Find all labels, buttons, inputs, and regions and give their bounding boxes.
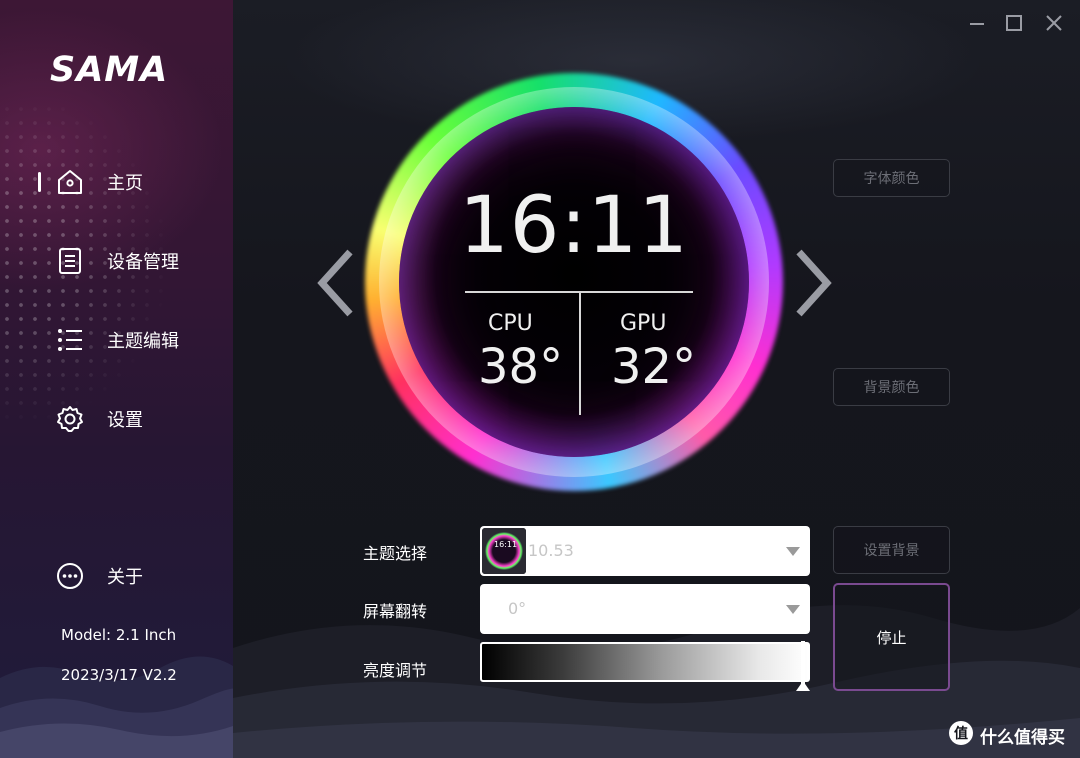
font-color-button[interactable]: 字体颜色 <box>833 159 950 197</box>
preview-divider-vertical <box>579 293 581 415</box>
theme-preview: 16:11 CPU 38° GPU 32° <box>365 73 783 491</box>
document-icon <box>56 247 84 275</box>
stop-button[interactable]: 停止 <box>833 583 950 691</box>
screen-rotate-select[interactable]: 0° <box>480 584 810 634</box>
brightness-label: 亮度调节 <box>363 661 428 680</box>
home-icon <box>56 168 84 196</box>
theme-select[interactable]: 16:11 10.53 <box>480 526 810 576</box>
gear-icon <box>56 405 84 433</box>
model-info: Model: 2.1 Inch <box>61 626 177 644</box>
chevron-down-icon <box>786 547 800 556</box>
theme-select-value: 10.53 <box>528 541 574 560</box>
brightness-pointer-icon <box>796 681 810 691</box>
zhi-logo-icon: 值 <box>948 720 974 750</box>
sidebar-item-home[interactable]: 主页 <box>0 159 233 205</box>
orb-center <box>399 107 749 457</box>
sidebar: SAMA 主页 设备管理 主题编辑 设置 关于 Model: 2.1 Inch … <box>0 0 233 758</box>
theme-select-label: 主题选择 <box>363 544 428 563</box>
sidebar-item-device-management[interactable]: 设备管理 <box>0 238 233 284</box>
preview-time: 16:11 <box>459 181 689 271</box>
sidebar-item-about[interactable]: 关于 <box>0 553 233 599</box>
chevron-down-icon <box>786 605 800 614</box>
sidebar-item-label: 设置 <box>107 410 143 431</box>
set-background-button[interactable]: 设置背景 <box>833 526 950 574</box>
gpu-temperature: 32° <box>611 339 697 395</box>
previous-theme-chevron-icon[interactable] <box>316 248 356 318</box>
close-icon[interactable] <box>1043 12 1065 34</box>
sidebar-item-settings[interactable]: 设置 <box>0 396 233 442</box>
watermark-text: 什么值得买 <box>980 727 1065 748</box>
next-theme-chevron-icon[interactable] <box>793 248 833 318</box>
more-circle-icon <box>56 562 84 590</box>
minimize-icon[interactable] <box>966 12 988 34</box>
screen-rotate-value: 0° <box>508 599 527 618</box>
cpu-temperature: 38° <box>478 339 564 395</box>
sidebar-item-label: 主页 <box>107 173 143 194</box>
theme-thumbnail: 16:11 <box>482 528 526 574</box>
sidebar-item-label: 主题编辑 <box>107 331 179 352</box>
sidebar-item-theme-edit[interactable]: 主题编辑 <box>0 317 233 363</box>
watermark: 值 什么值得买 <box>948 720 1065 750</box>
gpu-label: GPU <box>620 311 667 336</box>
sama-logo: SAMA <box>50 50 169 90</box>
brightness-slider-handle[interactable] <box>801 641 805 685</box>
theme-thumbnail-time: 16:11 <box>494 540 518 549</box>
cpu-label: CPU <box>488 311 533 336</box>
svg-text:值: 值 <box>954 725 968 742</box>
background-color-button[interactable]: 背景颜色 <box>833 368 950 406</box>
list-icon <box>56 326 84 354</box>
active-indicator <box>38 172 41 192</box>
version-info: 2023/3/17 V2.2 <box>61 666 177 684</box>
screen-rotate-label: 屏幕翻转 <box>363 602 428 621</box>
sidebar-item-label: 关于 <box>107 567 143 588</box>
sidebar-item-label: 设备管理 <box>107 252 179 273</box>
brightness-slider[interactable] <box>480 642 810 682</box>
maximize-icon[interactable] <box>1003 12 1025 34</box>
